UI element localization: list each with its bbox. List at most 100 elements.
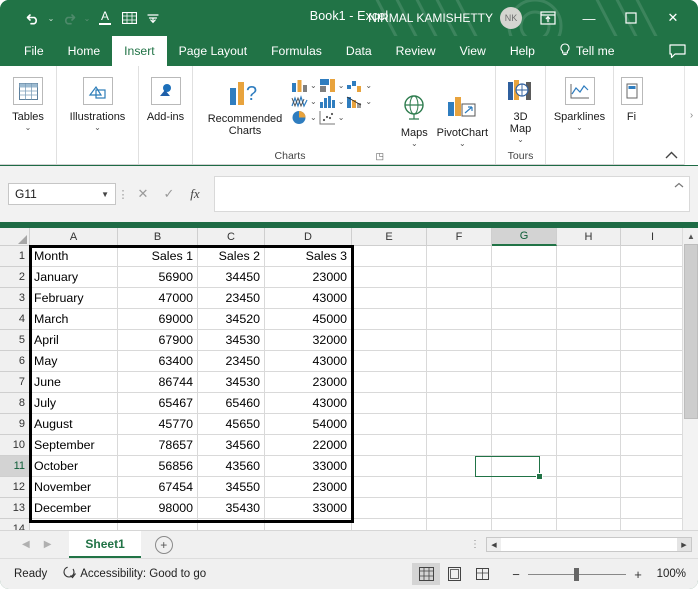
cell-G1[interactable] (492, 246, 557, 267)
cell-C5[interactable]: 34530 (198, 330, 265, 351)
cell-F5[interactable] (427, 330, 492, 351)
cell-E4[interactable] (352, 309, 427, 330)
cell-F10[interactable] (427, 435, 492, 456)
cell-C1[interactable]: Sales 2 (198, 246, 265, 267)
column-header-a[interactable]: A (30, 228, 118, 246)
cell-C2[interactable]: 34450 (198, 267, 265, 288)
cell-E13[interactable] (352, 498, 427, 519)
cell-H13[interactable] (557, 498, 621, 519)
cell-H6[interactable] (557, 351, 621, 372)
cell-D11[interactable]: 33000 (265, 456, 352, 477)
cell-H1[interactable] (557, 246, 621, 267)
row-header-8[interactable]: 8 (0, 393, 30, 414)
scatter-chart-button[interactable]: ⌄ (319, 110, 344, 125)
cell-H11[interactable] (557, 456, 621, 477)
cell-A11[interactable]: October (30, 456, 118, 477)
tab-view[interactable]: View (448, 36, 498, 66)
cell-I4[interactable] (621, 309, 685, 330)
cell-C4[interactable]: 34520 (198, 309, 265, 330)
cell-G11[interactable] (492, 456, 557, 477)
waterfall-chart-button[interactable]: ⌄ (346, 78, 372, 93)
cell-G2[interactable] (492, 267, 557, 288)
stock-chart-caret[interactable]: ⌄ (310, 97, 317, 106)
cell-A3[interactable]: February (30, 288, 118, 309)
sheet-next-icon[interactable]: ▶ (44, 539, 52, 550)
cell-A1[interactable]: Month (30, 246, 118, 267)
cell-E11[interactable] (352, 456, 427, 477)
column-header-c[interactable]: C (198, 228, 265, 246)
tab-formulas[interactable]: Formulas (259, 36, 334, 66)
avatar[interactable]: NK (500, 7, 522, 29)
zoom-level-label[interactable]: 100% (652, 568, 686, 580)
cell-A10[interactable]: September (30, 435, 118, 456)
cell-H7[interactable] (557, 372, 621, 393)
tables-caret[interactable]: ⌄ (25, 123, 32, 132)
cell-A5[interactable]: April (30, 330, 118, 351)
sheet-prev-icon[interactable]: ◀ (22, 539, 30, 550)
cell-A8[interactable]: July (30, 393, 118, 414)
cell-B5[interactable]: 67900 (118, 330, 198, 351)
cell-F11[interactable] (427, 456, 492, 477)
column-header-i[interactable]: I (621, 228, 685, 246)
cell-D4[interactable]: 45000 (265, 309, 352, 330)
cell-D5[interactable]: 32000 (265, 330, 352, 351)
cell-B7[interactable]: 86744 (118, 372, 198, 393)
tab-help[interactable]: Help (498, 36, 547, 66)
enter-formula-icon[interactable]: ✓ (156, 183, 182, 205)
cell-F6[interactable] (427, 351, 492, 372)
waterfall-chart-caret[interactable]: ⌄ (365, 81, 372, 90)
cell-D9[interactable]: 54000 (265, 414, 352, 435)
cell-D2[interactable]: 23000 (265, 267, 352, 288)
cell-I12[interactable] (621, 477, 685, 498)
sheet-tab-sheet1[interactable]: Sheet1 (69, 531, 141, 558)
tab-file[interactable]: File (12, 36, 56, 66)
pivotchart-caret[interactable]: ⌄ (459, 139, 466, 148)
cell-B1[interactable]: Sales 1 (118, 246, 198, 267)
cell-C10[interactable]: 34560 (198, 435, 265, 456)
cell-G13[interactable] (492, 498, 557, 519)
cell-E2[interactable] (352, 267, 427, 288)
cell-G10[interactable] (492, 435, 557, 456)
cell-G5[interactable] (492, 330, 557, 351)
cell-C7[interactable]: 34530 (198, 372, 265, 393)
cell-D1[interactable]: Sales 3 (265, 246, 352, 267)
cell-F7[interactable] (427, 372, 492, 393)
vertical-scroll-thumb[interactable] (684, 244, 698, 419)
illustrations-caret[interactable]: ⌄ (94, 123, 101, 132)
3d-map-button[interactable]: 3D Map ⌄ (502, 70, 539, 144)
column-header-d[interactable]: D (265, 228, 352, 246)
cell-B12[interactable]: 67454 (118, 477, 198, 498)
tab-tell-me[interactable]: Tell me (547, 36, 627, 66)
cell-E7[interactable] (352, 372, 427, 393)
cell-I14[interactable] (621, 519, 685, 530)
pie-chart-caret[interactable]: ⌄ (310, 113, 317, 122)
ribbon-display-options-icon[interactable] (528, 0, 568, 36)
cell-G4[interactable] (492, 309, 557, 330)
cell-E1[interactable] (352, 246, 427, 267)
cell-G12[interactable] (492, 477, 557, 498)
cell-I3[interactable] (621, 288, 685, 309)
tab-review[interactable]: Review (384, 36, 448, 66)
tab-data[interactable]: Data (334, 36, 384, 66)
row-header-7[interactable]: 7 (0, 372, 30, 393)
cell-D14[interactable] (265, 519, 352, 530)
cell-G14[interactable] (492, 519, 557, 530)
page-layout-view-button[interactable] (440, 563, 468, 585)
row-header-4[interactable]: 4 (0, 309, 30, 330)
cell-C6[interactable]: 23450 (198, 351, 265, 372)
cell-C8[interactable]: 65460 (198, 393, 265, 414)
cell-F4[interactable] (427, 309, 492, 330)
cell-I11[interactable] (621, 456, 685, 477)
cell-F1[interactable] (427, 246, 492, 267)
cell-B11[interactable]: 56856 (118, 456, 198, 477)
row-header-11[interactable]: 11 (0, 456, 30, 477)
zoom-out-button[interactable]: − (510, 567, 522, 582)
redo-dropdown-caret[interactable]: ⌄ (82, 14, 92, 23)
comments-icon[interactable] (669, 36, 686, 66)
add-ins-button[interactable]: Add-ins (145, 70, 186, 123)
sparklines-caret[interactable]: ⌄ (576, 123, 583, 132)
cancel-formula-icon[interactable]: ✕ (130, 183, 156, 205)
cell-H2[interactable] (557, 267, 621, 288)
pivotchart-button[interactable]: PivotChart ⌄ (436, 86, 489, 148)
cell-B9[interactable]: 45770 (118, 414, 198, 435)
